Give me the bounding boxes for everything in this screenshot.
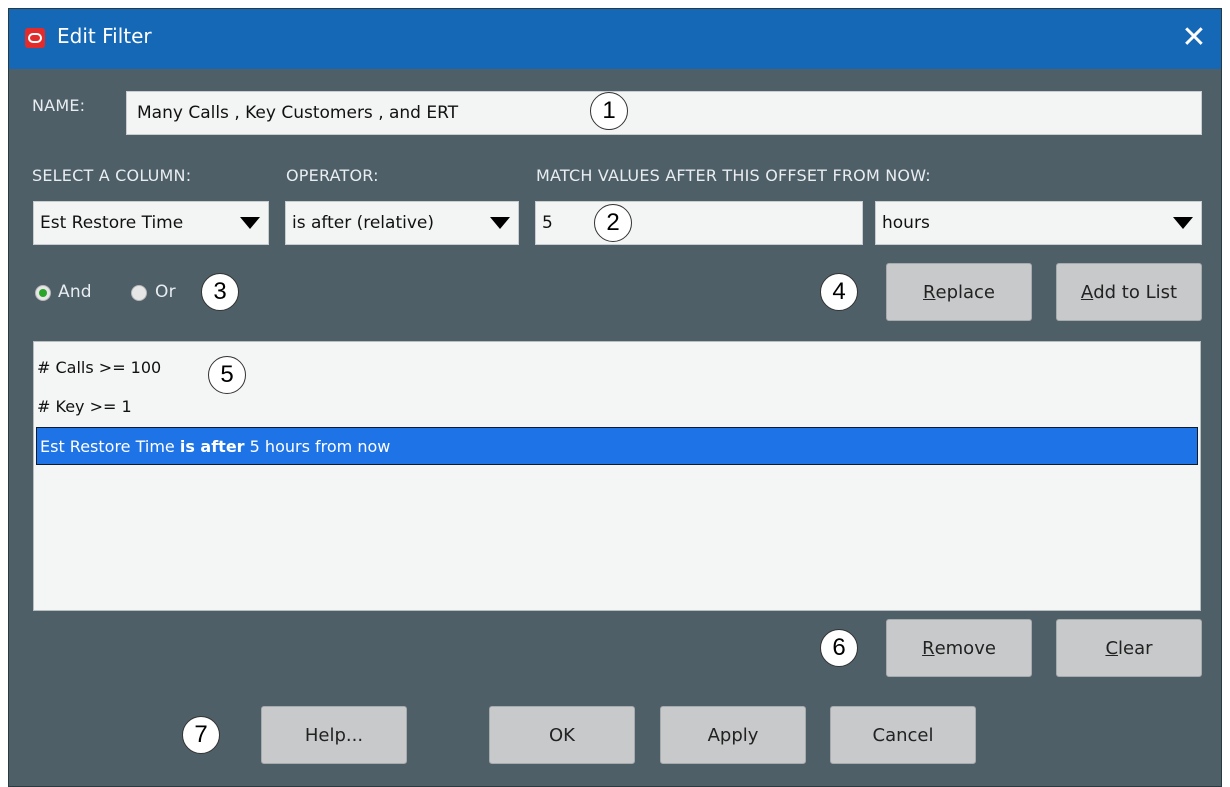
replace-mnemonic: R: [922, 281, 936, 303]
callout-7: 7: [182, 716, 220, 754]
add-mnemonic: A: [1080, 281, 1094, 303]
callout-2: 2: [594, 204, 632, 242]
offset-value-input[interactable]: 5: [535, 201, 863, 245]
and-radio[interactable]: [35, 285, 51, 301]
cancel-button[interactable]: Cancel: [830, 706, 976, 764]
dialog-title: Edit Filter: [57, 24, 152, 48]
list-item[interactable]: # Key >= 1: [34, 387, 1200, 425]
offset-value: 5: [542, 213, 553, 233]
select-column-label: SELECT A COLUMN:: [32, 166, 192, 185]
replace-button[interactable]: Replace: [886, 263, 1032, 321]
apply-button[interactable]: Apply: [660, 706, 806, 764]
callout-6: 6: [820, 629, 858, 667]
add-to-list-label: dd to List: [1093, 281, 1178, 303]
filter-name-value: Many Calls , Key Customers , and ERT: [137, 103, 459, 123]
title-bar[interactable]: Edit Filter ✕: [9, 9, 1221, 69]
or-radio[interactable]: [131, 285, 147, 301]
remove-button[interactable]: Remove: [886, 619, 1032, 677]
operator-select-value: is after (relative): [292, 213, 434, 233]
column-select[interactable]: Est Restore Time: [33, 201, 269, 245]
selected-item-rest: 5 hours from now: [244, 436, 391, 456]
offset-unit-select[interactable]: hours: [875, 201, 1202, 245]
callout-1: 1: [590, 92, 628, 130]
help-button[interactable]: Help...: [261, 706, 407, 764]
clear-label: lear: [1118, 637, 1153, 659]
close-icon[interactable]: ✕: [1177, 21, 1211, 55]
clear-button[interactable]: Clear: [1056, 619, 1202, 677]
edit-filter-dialog: Edit Filter ✕ NAME: Many Calls , Key Cus…: [8, 8, 1222, 787]
remove-label: emove: [934, 637, 996, 659]
or-label: Or: [155, 282, 176, 302]
column-select-value: Est Restore Time: [40, 213, 184, 233]
operator-select[interactable]: is after (relative): [285, 201, 519, 245]
name-label: NAME:: [32, 96, 86, 115]
dropdown-arrow-icon: [1173, 217, 1193, 229]
selected-item-operator: is after: [179, 436, 245, 456]
callout-5: 5: [208, 356, 246, 394]
dropdown-arrow-icon: [490, 217, 510, 229]
ok-button[interactable]: OK: [489, 706, 635, 764]
oracle-logo-icon: [25, 28, 45, 48]
replace-label: eplace: [935, 281, 996, 303]
clear-mnemonic: C: [1105, 637, 1119, 659]
offset-unit-value: hours: [882, 213, 930, 233]
list-item-selected[interactable]: Est Restore Time is after 5 hours from n…: [36, 427, 1198, 465]
match-values-label: MATCH VALUES AFTER THIS OFFSET FROM NOW:: [536, 166, 931, 185]
and-label: And: [58, 282, 92, 302]
filter-name-input[interactable]: Many Calls , Key Customers , and ERT: [126, 91, 1202, 135]
add-to-list-button[interactable]: Add to List: [1056, 263, 1202, 321]
dropdown-arrow-icon: [240, 217, 260, 229]
remove-mnemonic: R: [922, 637, 935, 659]
selected-item-column: Est Restore Time: [40, 436, 180, 456]
callout-4: 4: [820, 273, 858, 311]
callout-3: 3: [201, 273, 239, 311]
operator-label: OPERATOR:: [286, 166, 379, 185]
